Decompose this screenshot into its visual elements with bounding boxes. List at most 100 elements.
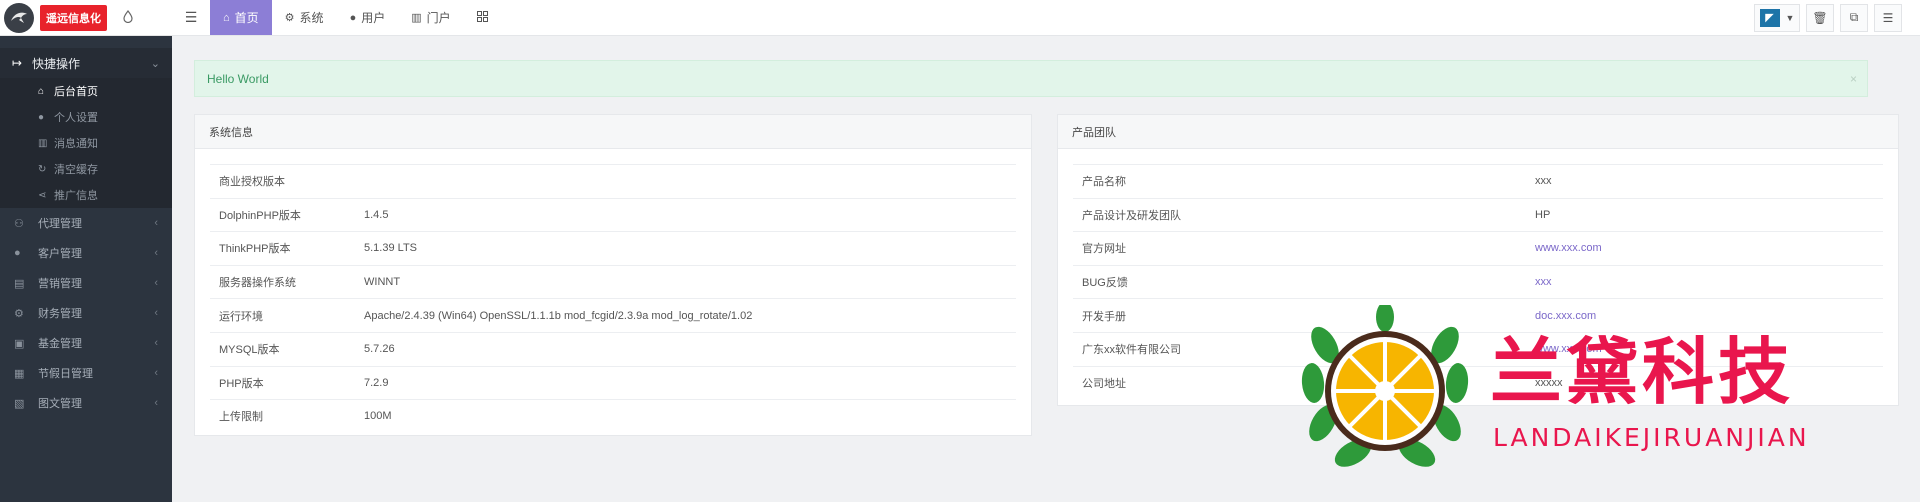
nav-head-label: 快捷操作	[32, 56, 81, 71]
nav-head-quick-actions[interactable]: ↦ 快捷操作 ⌄	[0, 48, 172, 78]
tab-label: 门户	[426, 11, 451, 25]
sidebar-item-label: 代理管理	[38, 218, 82, 230]
row-key: 产品设计及研发团队	[1082, 209, 1181, 222]
menu-toggle-button[interactable]: ☰	[172, 0, 210, 35]
side-panel-button[interactable]: ☰	[1874, 3, 1902, 32]
row-key: PHP版本	[219, 377, 264, 390]
tab-portal[interactable]: ▥ 门户	[398, 0, 463, 35]
sidebar-item-customers[interactable]: ● 客户管理 ‹	[0, 238, 172, 268]
caret-down-icon: ▼	[1785, 12, 1795, 23]
money-icon: ⚙	[14, 307, 24, 320]
row-key: BUG反馈	[1082, 277, 1128, 290]
row-key: 商业授权版本	[219, 176, 285, 189]
sidebar-item-finance[interactable]: ⚙ 财务管理 ‹	[0, 298, 172, 328]
row-value: 7.2.9	[364, 376, 389, 389]
table-row: 运行环境 Apache/2.4.39 (Win64) OpenSSL/1.1.1b…	[210, 298, 1016, 332]
user-icon: ●	[14, 247, 21, 259]
money-icon: ▣	[14, 337, 25, 350]
chevron-left-icon: ‹	[154, 397, 158, 409]
bug-feedback-link[interactable]: xxx	[1535, 276, 1552, 288]
cart-icon: ▤	[14, 277, 25, 290]
row-value: xxx	[1535, 175, 1552, 188]
row-value: 1.4.5	[364, 208, 389, 221]
table-row: 官方网址 www.xxx.com	[1073, 231, 1883, 265]
panel-title: 系统信息	[195, 115, 1031, 149]
sidebar-item-label: 基金管理	[38, 338, 82, 350]
refresh-icon: ↻	[38, 163, 47, 175]
users-icon: ⚇	[14, 217, 24, 230]
table-row: MYSQL版本 5.7.26	[210, 331, 1016, 366]
row-key: MYSQL版本	[219, 344, 280, 357]
sub-item-label: 推广信息	[54, 190, 98, 202]
table-row: 商业授权版本	[210, 164, 1016, 198]
row-key: DolphinPHP版本	[219, 209, 301, 222]
row-value: WINNT	[364, 276, 401, 289]
close-icon[interactable]: ×	[1850, 72, 1857, 86]
system-info-panel: 系统信息 商业授权版本 DolphinPHP版本 1.4.5 ThinkPHP版本…	[194, 114, 1032, 436]
gear-icon: ⚙	[284, 12, 295, 24]
tab-label: 首页	[234, 11, 259, 25]
droplet-icon[interactable]	[123, 9, 133, 26]
row-key: 产品名称	[1082, 176, 1126, 189]
chevron-down-icon: ⌄	[150, 57, 160, 70]
row-value: Apache/2.4.39 (Win64) OpenSSL/1.1.1b mod…	[364, 309, 753, 322]
sub-item-messages[interactable]: ▥ 消息通知	[0, 130, 172, 156]
nav-group-quick-actions: ↦ 快捷操作 ⌄ ⌂ 后台首页 ● 个人设置 ▥ 消息通知 ↻ 清空缓存 ⋖ 推…	[0, 48, 172, 208]
brand-bar: 遥远信息化	[0, 0, 172, 36]
table-row: 产品设计及研发团队 HP	[1073, 197, 1883, 232]
sub-item-label: 消息通知	[54, 138, 98, 150]
topbar-actions: ◤ ▼ 🗑 ⧉ ☰	[1754, 0, 1920, 35]
row-value: 100M	[364, 410, 392, 423]
dolphin-logo-graphic	[7, 5, 31, 30]
row-key: 服务器操作系统	[219, 277, 296, 290]
table-row: 上传限制 100M	[210, 399, 1016, 433]
brand-name[interactable]: 遥远信息化	[40, 4, 107, 31]
table-row: PHP版本 7.2.9	[210, 365, 1016, 400]
trash-icon: 🗑	[1812, 10, 1828, 25]
user-icon: ●	[38, 111, 45, 123]
website-link[interactable]: www.xxx.com	[1535, 242, 1602, 254]
dolphin-logo-icon[interactable]	[4, 2, 34, 33]
table-row: 服务器操作系统 WINNT	[210, 264, 1016, 299]
orange-wreath-logo-icon	[1301, 305, 1469, 467]
watermark-title: 兰黛科技	[1490, 330, 1795, 414]
user-menu-button[interactable]: ◤ ▼	[1754, 3, 1800, 32]
panel-title: 产品团队	[1058, 115, 1898, 149]
sidebar-item-media[interactable]: ▧ 图文管理 ‹	[0, 388, 172, 418]
tab-system[interactable]: ⚙ 系统	[272, 0, 337, 35]
user-icon: ●	[349, 11, 357, 24]
tab-label: 系统	[299, 11, 324, 25]
sub-item-clear-cache[interactable]: ↻ 清空缓存	[0, 156, 172, 182]
sidebar-item-holidays[interactable]: ▦ 节假日管理 ‹	[0, 358, 172, 388]
home-icon: ⌂	[223, 11, 230, 24]
grid-icon	[476, 10, 488, 25]
row-value: 5.1.39 LTS	[364, 242, 417, 255]
row-value: HP	[1535, 208, 1551, 221]
row-value: 5.7.26	[364, 343, 395, 356]
sidebar-item-funds[interactable]: ▣ 基金管理 ‹	[0, 328, 172, 358]
sub-item-promo[interactable]: ⋖ 推广信息	[0, 182, 172, 208]
topbar: ☰ ⌂ 首页 ⚙ 系统 ● 用户 ▥ 门户 ◤ ▼ 🗑 ⧉ ☰	[172, 0, 1920, 36]
chevron-left-icon: ‹	[154, 247, 158, 259]
sub-item-label: 个人设置	[54, 112, 98, 124]
alert-text: Hello World	[207, 71, 269, 86]
tab-users[interactable]: ● 用户	[337, 0, 399, 35]
image-icon: ▧	[14, 397, 25, 410]
clear-cache-button[interactable]: 🗑	[1806, 3, 1834, 32]
sidebar-item-agents[interactable]: ⚇ 代理管理 ‹	[0, 208, 172, 238]
row-key: 运行环境	[219, 310, 263, 323]
columns-icon: ▥	[411, 12, 422, 24]
sub-item-profile[interactable]: ● 个人设置	[0, 104, 172, 130]
chevron-left-icon: ‹	[154, 277, 158, 289]
table-row: DolphinPHP版本 1.4.5	[210, 197, 1016, 232]
sub-item-label: 后台首页	[54, 86, 98, 98]
sub-item-dashboard[interactable]: ⌂ 后台首页	[0, 78, 172, 104]
table-row: BUG反馈 xxx	[1073, 264, 1883, 299]
tab-home[interactable]: ⌂ 首页	[210, 0, 272, 35]
indent-icon: ☰	[1882, 10, 1894, 25]
system-info-table: 商业授权版本 DolphinPHP版本 1.4.5 ThinkPHP版本 5.1.3…	[210, 164, 1016, 433]
table-row: ThinkPHP版本 5.1.39 LTS	[210, 231, 1016, 265]
sidebar-item-marketing[interactable]: ▤ 营销管理 ‹	[0, 268, 172, 298]
tab-apps[interactable]	[464, 0, 506, 35]
open-site-button[interactable]: ⧉	[1840, 3, 1868, 32]
